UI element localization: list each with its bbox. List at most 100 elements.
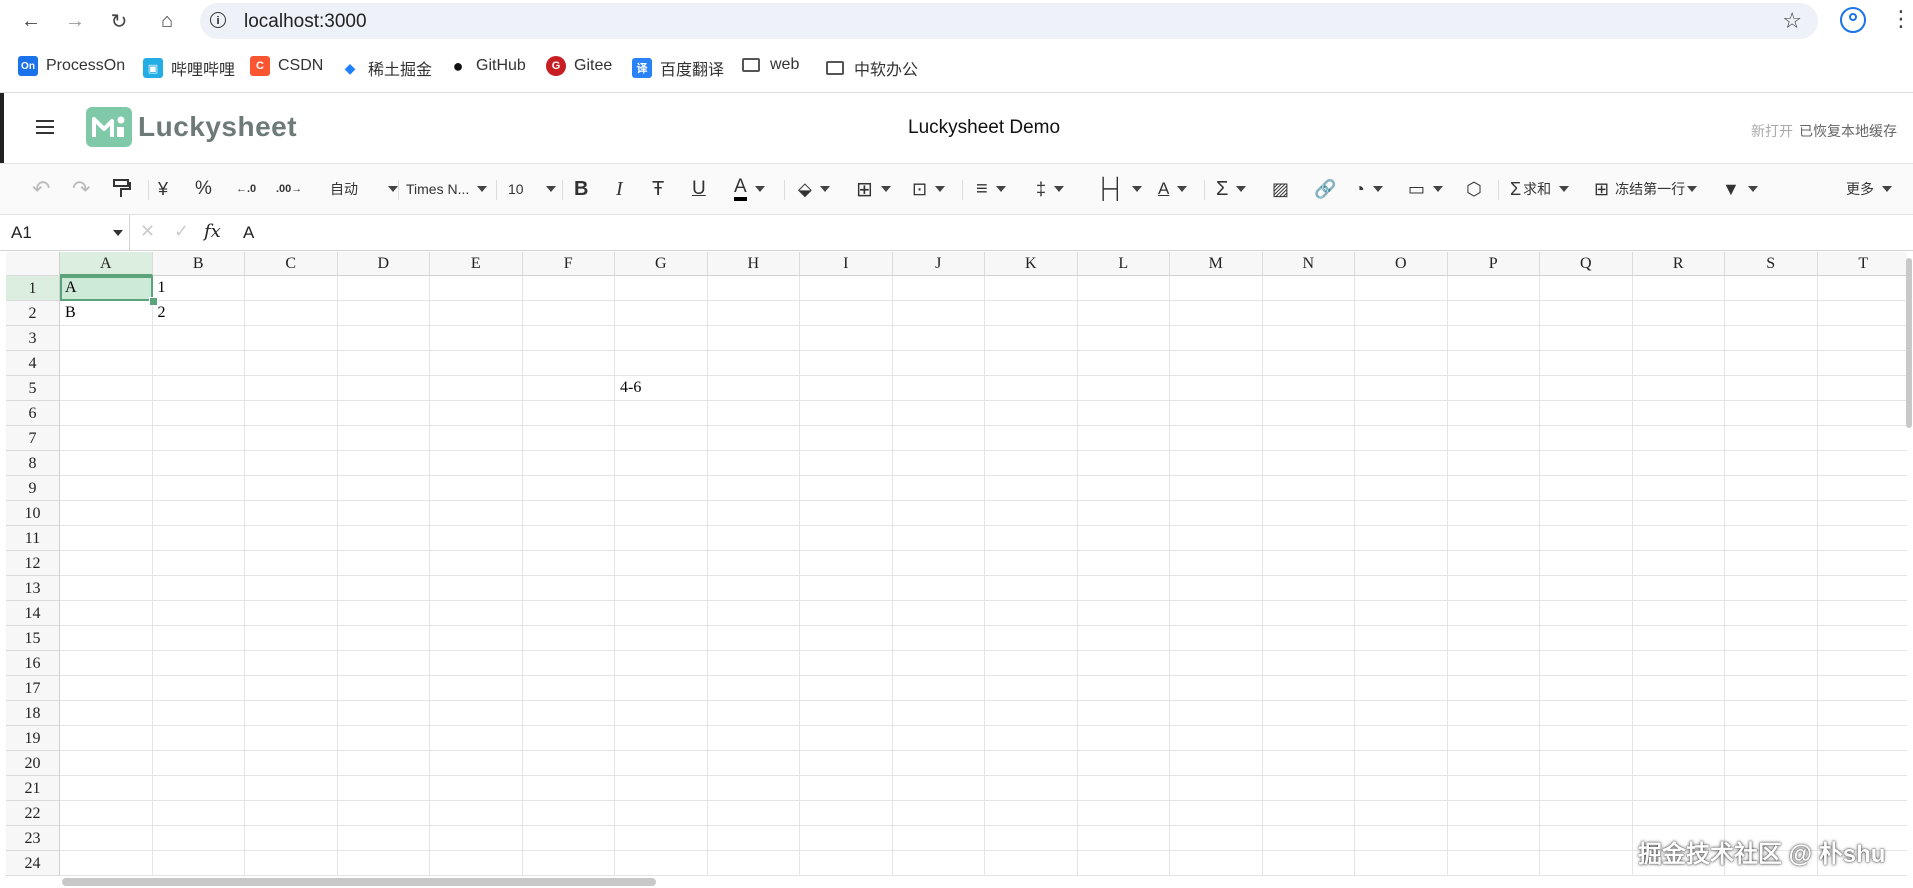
text-wrap-dropdown[interactable]: ├┤ [1096, 176, 1143, 202]
column-header-o[interactable]: O [1355, 252, 1448, 276]
cell-a2[interactable]: B [65, 304, 76, 322]
undo-icon[interactable]: ↶ [32, 176, 50, 202]
function-dropdown[interactable]: Σ [1216, 176, 1247, 202]
row-header-24[interactable]: 24 [6, 851, 60, 876]
bookmark-github[interactable]: ● GitHub [448, 56, 526, 76]
row-header-11[interactable]: 11 [6, 526, 60, 551]
column-header-e[interactable]: E [430, 252, 523, 276]
row-header-10[interactable]: 10 [6, 501, 60, 526]
row-header-19[interactable]: 19 [6, 726, 60, 751]
row-header-17[interactable]: 17 [6, 676, 60, 701]
row-header-23[interactable]: 23 [6, 826, 60, 851]
row-header-7[interactable]: 7 [6, 426, 60, 451]
column-header-k[interactable]: K [985, 252, 1078, 276]
column-header-n[interactable]: N [1262, 252, 1355, 276]
row-header-22[interactable]: 22 [6, 801, 60, 826]
cell-g5[interactable]: 4-6 [620, 379, 641, 397]
bookmark-folder-office[interactable]: 中软办公 [826, 56, 918, 80]
row-header-20[interactable]: 20 [6, 751, 60, 776]
italic-button[interactable]: I [616, 176, 623, 202]
column-header-h[interactable]: H [707, 252, 800, 276]
font-size-dropdown[interactable]: 10 [508, 176, 556, 202]
bookmark-star-icon[interactable]: ☆ [1782, 8, 1802, 34]
row-header-6[interactable]: 6 [6, 401, 60, 426]
row-header-9[interactable]: 9 [6, 476, 60, 501]
column-header-b[interactable]: B [152, 252, 245, 276]
confirm-icon[interactable]: ✓ [174, 221, 189, 242]
more-dropdown[interactable]: 更多 [1846, 176, 1892, 202]
row-header-21[interactable]: 21 [6, 776, 60, 801]
column-header-t[interactable]: T [1817, 252, 1907, 276]
percent-format-button[interactable]: % [195, 176, 212, 202]
fill-handle[interactable] [148, 297, 158, 306]
site-info-icon[interactable]: i [210, 12, 226, 28]
freeze-dropdown[interactable]: ⊞ 冻结第一行 [1594, 176, 1698, 202]
browser-menu-icon[interactable]: ⋮ [1890, 8, 1912, 30]
row-header-4[interactable]: 4 [6, 351, 60, 376]
horizontal-scrollbar[interactable] [62, 878, 656, 886]
url-text[interactable]: localhost:3000 [244, 11, 367, 33]
column-header-c[interactable]: C [245, 252, 338, 276]
merge-dropdown[interactable]: ⊡ [912, 176, 946, 202]
column-header-p[interactable]: P [1447, 252, 1540, 276]
cell-reference[interactable]: A1 [11, 223, 32, 243]
menu-icon[interactable] [36, 120, 54, 134]
account-icon[interactable] [1840, 7, 1866, 33]
name-box[interactable]: A1 [0, 215, 130, 250]
strikethrough-button[interactable]: Ŧ [652, 176, 664, 202]
row-header-12[interactable]: 12 [6, 551, 60, 576]
row-header-1[interactable]: 1 [6, 276, 60, 301]
bookmark-processon[interactable]: On ProcessOn [18, 56, 125, 76]
function-icon[interactable]: fx [204, 221, 221, 242]
insert-image-icon[interactable]: ▨ [1272, 176, 1289, 202]
redo-icon[interactable]: ↷ [72, 176, 90, 202]
vertical-align-dropdown[interactable]: ‡ [1036, 176, 1065, 202]
cell-a1[interactable]: A [65, 279, 77, 297]
bookmark-csdn[interactable]: C CSDN [250, 56, 323, 76]
address-bar[interactable]: i localhost:3000 ☆ [200, 3, 1818, 39]
back-icon[interactable]: ← [18, 8, 44, 34]
fill-color-dropdown[interactable]: ⬙ [798, 176, 830, 202]
select-all-corner[interactable] [6, 252, 60, 276]
insert-link-icon[interactable]: 🔗 [1314, 176, 1336, 202]
text-rotate-dropdown[interactable]: A [1158, 176, 1188, 202]
column-header-q[interactable]: Q [1540, 252, 1633, 276]
column-header-d[interactable]: D [337, 252, 430, 276]
chart-dropdown[interactable]: ◔ [1354, 176, 1383, 202]
row-header-15[interactable]: 15 [6, 626, 60, 651]
column-header-l[interactable]: L [1077, 252, 1170, 276]
home-icon[interactable]: ⌂ [154, 8, 180, 34]
column-header-i[interactable]: I [800, 252, 893, 276]
row-header-5[interactable]: 5 [6, 376, 60, 401]
text-color-dropdown[interactable]: A [734, 176, 765, 202]
row-header-3[interactable]: 3 [6, 326, 60, 351]
column-header-f[interactable]: F [522, 252, 615, 276]
row-header-8[interactable]: 8 [6, 451, 60, 476]
cancel-icon[interactable]: ✕ [140, 221, 155, 242]
bookmark-folder-web[interactable]: web [742, 56, 799, 74]
column-header-r[interactable]: R [1632, 252, 1725, 276]
row-header-14[interactable]: 14 [6, 601, 60, 626]
cell-b2[interactable]: 2 [158, 304, 166, 322]
format-painter-icon[interactable] [112, 176, 132, 202]
border-dropdown[interactable]: ⊞ [856, 176, 891, 202]
bookmark-gitee[interactable]: G Gitee [546, 56, 612, 76]
row-header-2[interactable]: 2 [6, 301, 60, 326]
reload-icon[interactable]: ↻ [106, 8, 132, 34]
bookmark-bilibili[interactable]: ▣ 哔哩哔哩 [143, 56, 235, 80]
column-header-j[interactable]: J [892, 252, 985, 276]
decrease-decimal-button[interactable]: .00 → [276, 176, 302, 202]
formula-input[interactable]: A [243, 223, 254, 243]
filter-dropdown[interactable]: ▼ [1722, 176, 1758, 202]
underline-button[interactable]: U [692, 176, 706, 202]
bookmark-baidu-translate[interactable]: 译 百度翻译 [632, 56, 724, 80]
row-header-13[interactable]: 13 [6, 576, 60, 601]
document-title[interactable]: Luckysheet Demo [908, 117, 1060, 139]
number-format-dropdown[interactable]: 自动 [330, 176, 398, 202]
column-header-g[interactable]: G [615, 252, 708, 276]
column-header-s[interactable]: S [1725, 252, 1818, 276]
horizontal-align-dropdown[interactable]: ≡ [976, 176, 1006, 202]
currency-format-button[interactable]: ¥ [158, 176, 168, 202]
font-family-dropdown[interactable]: Times N... [406, 176, 488, 202]
cell-b1[interactable]: 1 [158, 279, 166, 297]
